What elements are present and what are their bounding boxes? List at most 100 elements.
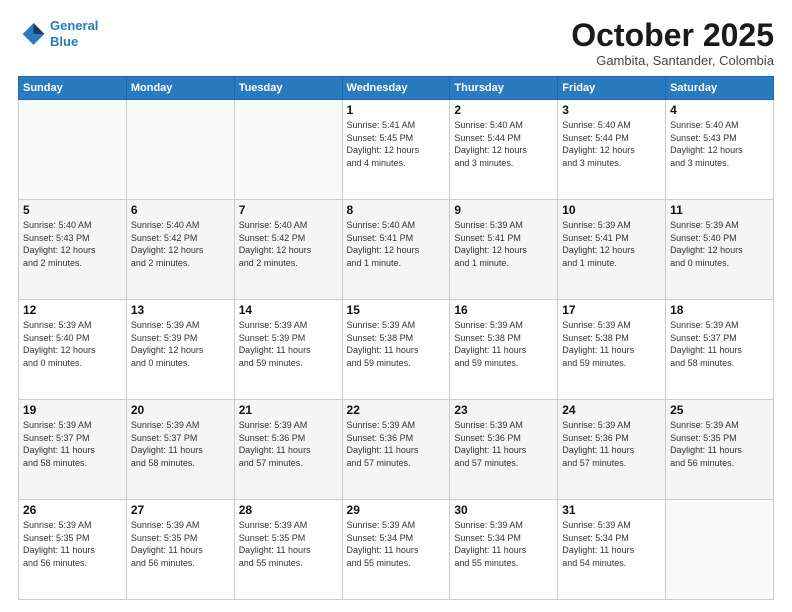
header-right: October 2025 Gambita, Santander, Colombi… xyxy=(571,18,774,68)
day-info: Sunrise: 5:39 AM Sunset: 5:36 PM Dayligh… xyxy=(239,419,338,469)
day-number: 28 xyxy=(239,503,338,517)
col-monday: Monday xyxy=(126,77,234,100)
col-thursday: Thursday xyxy=(450,77,558,100)
table-row: 27 Sunrise: 5:39 AM Sunset: 5:35 PM Dayli… xyxy=(126,500,234,600)
day-number: 31 xyxy=(562,503,661,517)
day-info: Sunrise: 5:40 AM Sunset: 5:44 PM Dayligh… xyxy=(562,119,661,169)
day-info: Sunrise: 5:39 AM Sunset: 5:41 PM Dayligh… xyxy=(454,219,553,269)
calendar-week-row: 5Sunrise: 5:40 AM Sunset: 5:43 PM Daylig… xyxy=(19,200,774,300)
table-row: 14 Sunrise: 5:39 AM Sunset: 5:39 PM Dayli… xyxy=(234,300,342,400)
table-row: 2 Sunrise: 5:40 AM Sunset: 5:44 PM Daylig… xyxy=(450,100,558,200)
logo-text: General Blue xyxy=(50,18,98,49)
day-number: 20 xyxy=(131,403,230,417)
day-info: Sunrise: 5:39 AM Sunset: 5:35 PM Dayligh… xyxy=(131,519,230,569)
day-info: Sunrise: 5:40 AM Sunset: 5:43 PM Dayligh… xyxy=(670,119,769,169)
page: General Blue October 2025 Gambita, Santa… xyxy=(0,0,792,612)
day-number: 3 xyxy=(562,103,661,117)
top-section: General Blue October 2025 Gambita, Santa… xyxy=(18,18,774,68)
day-number: 29 xyxy=(347,503,446,517)
table-row: 22Sunrise: 5:39 AM Sunset: 5:36 PM Dayli… xyxy=(342,400,450,500)
table-row: 7 Sunrise: 5:40 AM Sunset: 5:42 PM Daylig… xyxy=(234,200,342,300)
table-row xyxy=(666,500,774,600)
day-info: Sunrise: 5:39 AM Sunset: 5:38 PM Dayligh… xyxy=(562,319,661,369)
table-row: 28 Sunrise: 5:39 AM Sunset: 5:35 PM Dayli… xyxy=(234,500,342,600)
day-info: Sunrise: 5:41 AM Sunset: 5:45 PM Dayligh… xyxy=(347,119,446,169)
col-saturday: Saturday xyxy=(666,77,774,100)
day-number: 19 xyxy=(23,403,122,417)
table-row: 10 Sunrise: 5:39 AM Sunset: 5:41 PM Dayli… xyxy=(558,200,666,300)
day-number: 16 xyxy=(454,303,553,317)
logo-line2: Blue xyxy=(50,34,78,49)
table-row: 4 Sunrise: 5:40 AM Sunset: 5:43 PM Daylig… xyxy=(666,100,774,200)
table-row: 6 Sunrise: 5:40 AM Sunset: 5:42 PM Daylig… xyxy=(126,200,234,300)
day-info: Sunrise: 5:39 AM Sunset: 5:37 PM Dayligh… xyxy=(23,419,122,469)
table-row: 1 Sunrise: 5:41 AM Sunset: 5:45 PM Daylig… xyxy=(342,100,450,200)
day-number: 4 xyxy=(670,103,769,117)
day-number: 8 xyxy=(347,203,446,217)
day-number: 23 xyxy=(454,403,553,417)
table-row: 23 Sunrise: 5:39 AM Sunset: 5:36 PM Dayli… xyxy=(450,400,558,500)
col-wednesday: Wednesday xyxy=(342,77,450,100)
day-info: Sunrise: 5:39 AM Sunset: 5:34 PM Dayligh… xyxy=(562,519,661,569)
day-number: 26 xyxy=(23,503,122,517)
table-row xyxy=(234,100,342,200)
day-info: Sunrise: 5:40 AM Sunset: 5:44 PM Dayligh… xyxy=(454,119,553,169)
day-info: Sunrise: 5:40 AM Sunset: 5:42 PM Dayligh… xyxy=(131,219,230,269)
day-info: Sunrise: 5:39 AM Sunset: 5:35 PM Dayligh… xyxy=(239,519,338,569)
day-info: Sunrise: 5:39 AM Sunset: 5:38 PM Dayligh… xyxy=(347,319,446,369)
calendar-table: Sunday Monday Tuesday Wednesday Thursday… xyxy=(18,76,774,600)
day-info: Sunrise: 5:39 AM Sunset: 5:35 PM Dayligh… xyxy=(23,519,122,569)
col-friday: Friday xyxy=(558,77,666,100)
day-info: Sunrise: 5:39 AM Sunset: 5:34 PM Dayligh… xyxy=(347,519,446,569)
month-title: October 2025 xyxy=(571,18,774,53)
table-row: 9 Sunrise: 5:39 AM Sunset: 5:41 PM Daylig… xyxy=(450,200,558,300)
col-sunday: Sunday xyxy=(19,77,127,100)
calendar-week-row: 12Sunrise: 5:39 AM Sunset: 5:40 PM Dayli… xyxy=(19,300,774,400)
day-info: Sunrise: 5:39 AM Sunset: 5:41 PM Dayligh… xyxy=(562,219,661,269)
table-row: 13Sunrise: 5:39 AM Sunset: 5:39 PM Dayli… xyxy=(126,300,234,400)
logo: General Blue xyxy=(18,18,98,49)
table-row: 5Sunrise: 5:40 AM Sunset: 5:43 PM Daylig… xyxy=(19,200,127,300)
day-info: Sunrise: 5:40 AM Sunset: 5:43 PM Dayligh… xyxy=(23,219,122,269)
table-row: 26 Sunrise: 5:39 AM Sunset: 5:35 PM Dayli… xyxy=(19,500,127,600)
table-row: 17Sunrise: 5:39 AM Sunset: 5:38 PM Dayli… xyxy=(558,300,666,400)
day-number: 6 xyxy=(131,203,230,217)
table-row: 15 Sunrise: 5:39 AM Sunset: 5:38 PM Dayli… xyxy=(342,300,450,400)
table-row: 29 Sunrise: 5:39 AM Sunset: 5:34 PM Dayli… xyxy=(342,500,450,600)
day-info: Sunrise: 5:39 AM Sunset: 5:34 PM Dayligh… xyxy=(454,519,553,569)
table-row: 8 Sunrise: 5:40 AM Sunset: 5:41 PM Daylig… xyxy=(342,200,450,300)
table-row: 20 Sunrise: 5:39 AM Sunset: 5:37 PM Dayli… xyxy=(126,400,234,500)
day-info: Sunrise: 5:39 AM Sunset: 5:37 PM Dayligh… xyxy=(131,419,230,469)
day-info: Sunrise: 5:40 AM Sunset: 5:41 PM Dayligh… xyxy=(347,219,446,269)
day-number: 15 xyxy=(347,303,446,317)
day-number: 27 xyxy=(131,503,230,517)
day-info: Sunrise: 5:39 AM Sunset: 5:40 PM Dayligh… xyxy=(23,319,122,369)
day-number: 11 xyxy=(670,203,769,217)
table-row xyxy=(19,100,127,200)
day-number: 2 xyxy=(454,103,553,117)
table-row: 19 Sunrise: 5:39 AM Sunset: 5:37 PM Dayli… xyxy=(19,400,127,500)
day-number: 1 xyxy=(347,103,446,117)
day-number: 24 xyxy=(562,403,661,417)
calendar-header-row: Sunday Monday Tuesday Wednesday Thursday… xyxy=(19,77,774,100)
table-row: 18Sunrise: 5:39 AM Sunset: 5:37 PM Dayli… xyxy=(666,300,774,400)
table-row: 16Sunrise: 5:39 AM Sunset: 5:38 PM Dayli… xyxy=(450,300,558,400)
day-info: Sunrise: 5:39 AM Sunset: 5:39 PM Dayligh… xyxy=(131,319,230,369)
day-number: 9 xyxy=(454,203,553,217)
day-info: Sunrise: 5:40 AM Sunset: 5:42 PM Dayligh… xyxy=(239,219,338,269)
day-number: 22 xyxy=(347,403,446,417)
calendar-week-row: 1 Sunrise: 5:41 AM Sunset: 5:45 PM Daylig… xyxy=(19,100,774,200)
day-info: Sunrise: 5:39 AM Sunset: 5:40 PM Dayligh… xyxy=(670,219,769,269)
table-row xyxy=(126,100,234,200)
day-info: Sunrise: 5:39 AM Sunset: 5:39 PM Dayligh… xyxy=(239,319,338,369)
calendar-week-row: 19 Sunrise: 5:39 AM Sunset: 5:37 PM Dayli… xyxy=(19,400,774,500)
day-number: 7 xyxy=(239,203,338,217)
logo-icon xyxy=(18,20,46,48)
day-info: Sunrise: 5:39 AM Sunset: 5:36 PM Dayligh… xyxy=(454,419,553,469)
table-row: 12Sunrise: 5:39 AM Sunset: 5:40 PM Dayli… xyxy=(19,300,127,400)
day-number: 10 xyxy=(562,203,661,217)
day-info: Sunrise: 5:39 AM Sunset: 5:37 PM Dayligh… xyxy=(670,319,769,369)
day-number: 21 xyxy=(239,403,338,417)
day-number: 14 xyxy=(239,303,338,317)
table-row: 24Sunrise: 5:39 AM Sunset: 5:36 PM Dayli… xyxy=(558,400,666,500)
